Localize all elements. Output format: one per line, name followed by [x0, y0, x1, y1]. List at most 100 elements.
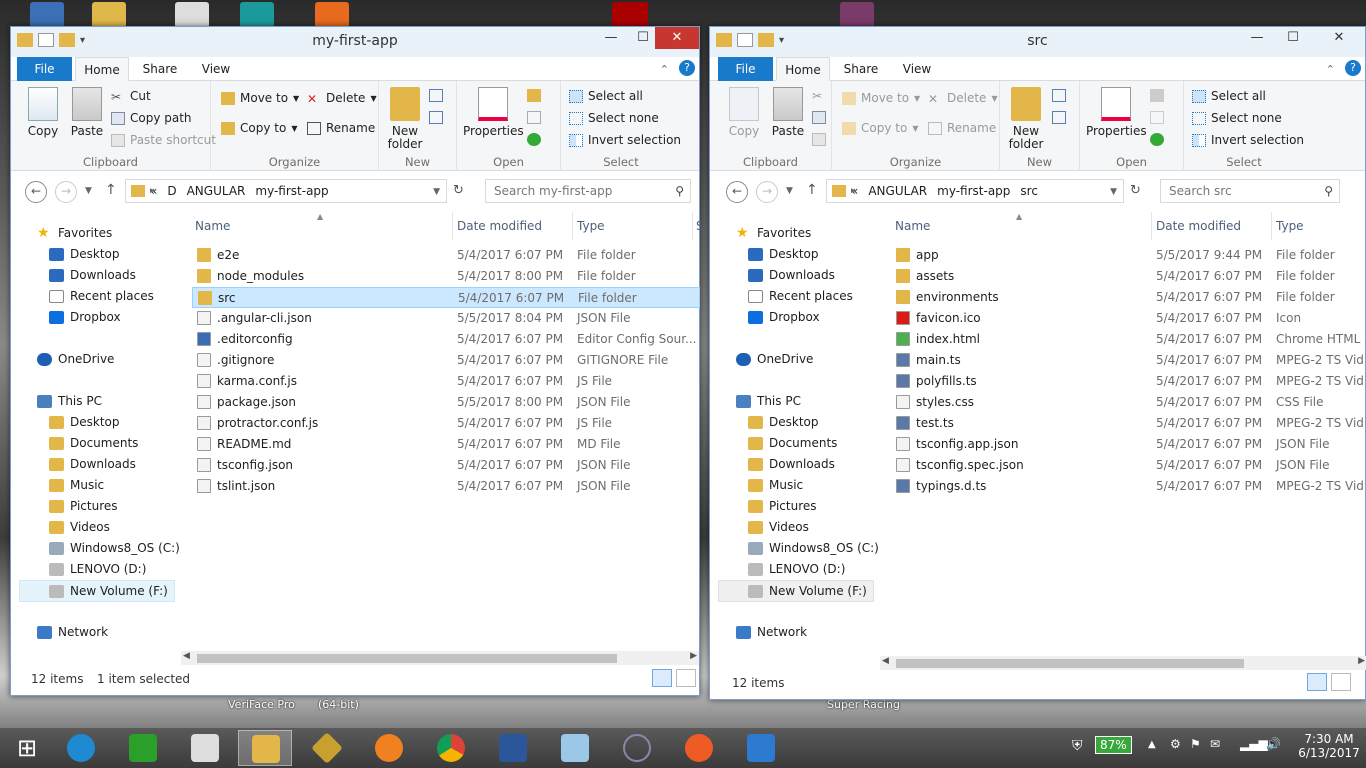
breadcrumb-item[interactable]: src — [1020, 184, 1038, 198]
nav-music[interactable]: Music — [748, 478, 803, 492]
nav-downloads[interactable]: Downloads — [49, 268, 136, 282]
table-row[interactable]: index.html 5/4/2017 6:07 PM Chrome HTML — [890, 329, 1366, 350]
open-button[interactable] — [527, 89, 541, 102]
column-name[interactable]: Name — [895, 219, 930, 233]
select-all-button[interactable]: Select all — [1192, 89, 1266, 103]
taskbar-visual-studio[interactable] — [734, 730, 788, 766]
easy-access-button[interactable] — [1052, 111, 1066, 124]
table-row[interactable]: protractor.conf.js 5/4/2017 6:07 PM JS Fil… — [192, 413, 700, 434]
nav-favorites[interactable]: ★ Favorites — [37, 226, 112, 241]
nav-desktop[interactable]: Desktop — [748, 247, 819, 261]
desktop-document-icon[interactable] — [175, 2, 209, 28]
up-button[interactable]: ↑ — [806, 182, 818, 198]
column-date-modified[interactable]: Date modified — [457, 219, 542, 233]
nav-pc-desktop[interactable]: Desktop — [748, 415, 819, 429]
address-bar[interactable]: « D ▸ ANGULAR ▸ my-first-app ▼ — [125, 179, 447, 203]
rename-button[interactable]: Rename — [307, 121, 375, 135]
rename-button[interactable]: Rename — [928, 121, 996, 135]
collapse-ribbon-icon[interactable]: ⌃ — [660, 63, 669, 76]
table-row[interactable]: .editorconfig 5/4/2017 6:07 PM Editor Conf… — [192, 329, 700, 350]
column-divider[interactable] — [692, 212, 693, 240]
nav-pc-downloads[interactable]: Downloads — [748, 457, 835, 471]
tab-file[interactable]: File — [718, 57, 773, 81]
recent-locations-icon[interactable]: ▼ — [85, 186, 92, 196]
nav-network[interactable]: Network — [736, 625, 807, 639]
tab-view[interactable]: View — [191, 57, 241, 81]
shield-icon[interactable]: ⛨ — [1072, 738, 1083, 754]
delete-button[interactable]: ✕ Delete ▼ — [928, 91, 998, 106]
column-name[interactable]: Name — [195, 219, 230, 233]
properties-button[interactable]: Properties — [1086, 87, 1147, 138]
breadcrumb-item[interactable]: ANGULAR — [868, 184, 927, 198]
tab-home[interactable]: Home — [776, 57, 830, 81]
notification-icon[interactable]: ✉ — [1210, 737, 1220, 751]
battery-indicator[interactable]: 87% — [1095, 736, 1132, 754]
move-to-button[interactable]: Move to ▼ — [842, 91, 920, 105]
nav-drive-d[interactable]: LENOVO (D:) — [748, 562, 845, 576]
table-row[interactable]: package.json 5/5/2017 8:00 PM JSON File — [192, 392, 700, 413]
large-icons-view-icon[interactable] — [1331, 673, 1351, 691]
table-row[interactable]: assets 5/4/2017 6:07 PM File folder — [890, 266, 1366, 287]
refresh-button[interactable]: ↻ — [453, 183, 464, 198]
column-divider[interactable] — [1151, 212, 1152, 240]
forward-button[interactable]: → — [55, 181, 77, 203]
minimize-button[interactable]: — — [1237, 27, 1277, 49]
column-date-modified[interactable]: Date modified — [1156, 219, 1241, 233]
desktop-label-veriface[interactable]: VeriFace Pro — [228, 698, 295, 711]
new-item-button[interactable] — [429, 89, 443, 102]
table-row[interactable]: .gitignore 5/4/2017 6:07 PM GITIGNORE File — [192, 350, 700, 371]
taskbar-chrome[interactable] — [424, 730, 478, 766]
edit-button[interactable] — [527, 111, 541, 124]
chevron-right-icon[interactable]: ▸ — [150, 186, 155, 196]
copy-to-button[interactable]: Copy to ▼ — [221, 121, 297, 135]
start-button[interactable]: ⊞ — [0, 730, 54, 766]
taskbar-app-circle[interactable] — [610, 730, 664, 766]
taskbar-store[interactable] — [116, 730, 170, 766]
copy-path-button[interactable]: Copy path — [111, 111, 192, 125]
nav-videos[interactable]: Videos — [748, 520, 809, 534]
paste-button[interactable]: Paste — [764, 87, 812, 138]
help-icon[interactable]: ? — [1345, 60, 1361, 76]
refresh-button[interactable]: ↻ — [1130, 183, 1141, 198]
table-row[interactable]: environments 5/4/2017 6:07 PM File folder — [890, 287, 1366, 308]
horizontal-scrollbar[interactable]: ◀ ▶ — [181, 651, 699, 665]
nav-dropbox[interactable]: Dropbox — [748, 310, 820, 324]
forward-button[interactable]: → — [756, 181, 778, 203]
cut-button[interactable]: ✂ Cut — [111, 89, 151, 104]
easy-access-button[interactable] — [429, 111, 443, 124]
nav-dropbox[interactable]: Dropbox — [49, 310, 121, 324]
nav-drive-f[interactable]: New Volume (F:) — [718, 580, 874, 602]
nav-drive-c[interactable]: Windows8_OS (C:) — [748, 541, 879, 555]
table-row[interactable]: src 5/4/2017 6:07 PM File folder — [192, 287, 700, 308]
nav-onedrive[interactable]: OneDrive — [37, 352, 114, 366]
recent-locations-icon[interactable]: ▼ — [786, 186, 793, 196]
column-type[interactable]: Type — [1276, 219, 1304, 233]
new-folder-button[interactable]: New folder — [385, 87, 425, 151]
scroll-left-icon[interactable]: ◀ — [882, 656, 889, 666]
new-folder-button[interactable]: New folder — [1006, 87, 1046, 151]
table-row[interactable]: polyfills.ts 5/4/2017 6:07 PM MPEG-2 TS Vi… — [890, 371, 1366, 392]
help-icon[interactable]: ? — [679, 60, 695, 76]
desktop-folder-icon[interactable] — [92, 2, 126, 28]
close-button[interactable]: ✕ — [655, 27, 699, 49]
table-row[interactable]: styles.css 5/4/2017 6:07 PM CSS File — [890, 392, 1366, 413]
history-button[interactable] — [527, 133, 541, 146]
table-row[interactable]: node_modules 5/4/2017 8:00 PM File folder — [192, 266, 700, 287]
desktop-city-icon[interactable] — [612, 2, 648, 28]
table-row[interactable]: main.ts 5/4/2017 6:07 PM MPEG-2 TS Vid — [890, 350, 1366, 371]
cut-button[interactable]: ✂ — [812, 89, 826, 103]
taskbar-lenovo[interactable] — [178, 730, 232, 766]
desktop-firefox-icon[interactable] — [315, 2, 349, 28]
table-row[interactable]: tsconfig.spec.json 5/4/2017 6:07 PM JSON F… — [890, 455, 1366, 476]
desktop-winrar-icon[interactable] — [840, 2, 874, 28]
scroll-right-icon[interactable]: ▶ — [690, 651, 697, 661]
nav-recent-places[interactable]: Recent places — [49, 289, 154, 303]
column-divider[interactable] — [452, 212, 453, 240]
table-row[interactable]: test.ts 5/4/2017 6:07 PM MPEG-2 TS Vid — [890, 413, 1366, 434]
select-none-button[interactable]: Select none — [1192, 111, 1282, 125]
clock[interactable]: 7:30 AM 6/13/2017 — [1296, 732, 1362, 760]
nav-pictures[interactable]: Pictures — [49, 499, 118, 513]
collapse-ribbon-icon[interactable]: ⌃ — [1326, 63, 1335, 76]
properties-button[interactable]: Properties — [463, 87, 524, 138]
copy-button[interactable]: Copy — [19, 87, 67, 138]
